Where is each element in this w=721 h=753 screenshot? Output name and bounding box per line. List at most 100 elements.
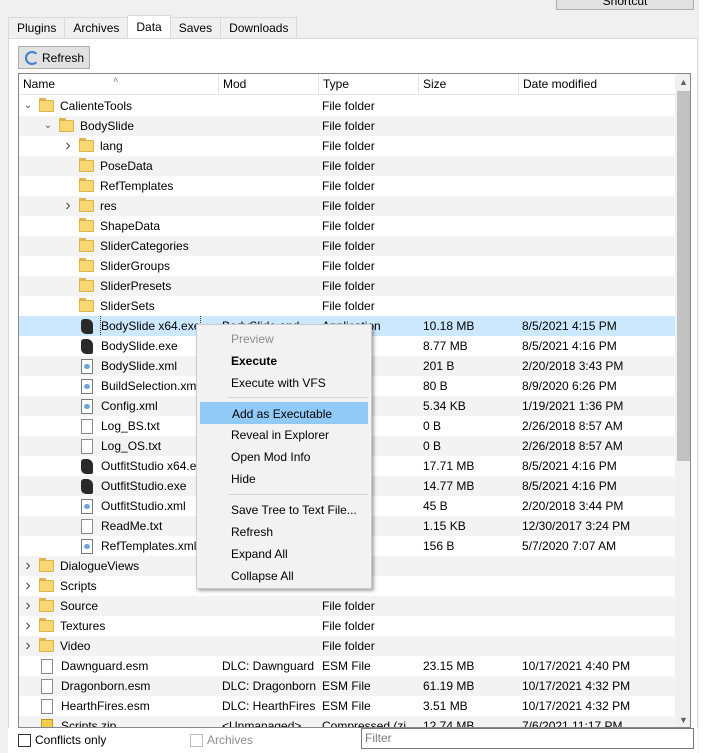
folder-icon [79, 278, 94, 292]
row-date: 2/20/2018 3:44 PM [522, 499, 624, 513]
tab-archives[interactable]: Archives [64, 17, 129, 38]
tree-row[interactable]: SliderPresets File folder [19, 276, 675, 296]
row-size: 14.77 MB [423, 479, 475, 493]
menu-item-execute[interactable]: Execute [200, 350, 368, 372]
column-size[interactable]: Size [419, 74, 519, 95]
window: Shortcut Plugins Archives Data Saves Dow… [0, 0, 721, 753]
tree-row[interactable]: Scripts.zip <Unmanaged> Compressed (zi 12.7… [19, 716, 675, 728]
tree-row[interactable]: SliderCategories File folder [19, 236, 675, 256]
row-size: 17.71 MB [423, 459, 475, 473]
row-mod: DLC: Dawnguard [222, 659, 315, 673]
row-type: File folder [322, 179, 375, 193]
scroll-up-icon[interactable]: ▲ [675, 74, 690, 91]
row-date: 8/5/2021 4:15 PM [522, 319, 617, 333]
archives-box[interactable] [190, 733, 203, 747]
row-name: Textures [60, 619, 106, 633]
filter-input[interactable]: Filter [361, 728, 694, 749]
row-name: Dawnguard.esm [61, 659, 149, 673]
row-date: 8/5/2021 4:16 PM [522, 479, 617, 493]
expand-chevron-icon[interactable]: › [63, 196, 73, 216]
tree-row[interactable]: › lang File folder [19, 136, 675, 156]
row-name: Config.xml [101, 399, 158, 413]
menu-item-expand-all[interactable]: Expand All [200, 543, 368, 565]
expand-chevron-icon[interactable]: › [23, 596, 33, 616]
conflicts-only-checkbox[interactable]: Conflicts only [18, 733, 106, 747]
file-icon [81, 438, 93, 454]
refresh-button[interactable]: Refresh [18, 46, 90, 69]
tree-row[interactable]: › Textures File folder [19, 616, 675, 636]
collapse-chevron-icon[interactable]: ⌄ [23, 96, 33, 116]
vertical-scrollbar[interactable]: ▲ ▼ [675, 74, 690, 727]
row-name: SliderCategories [100, 239, 189, 253]
row-name: OutfitStudio.xml [101, 499, 186, 513]
expand-chevron-icon[interactable]: › [23, 636, 33, 656]
menu-item-open-mod-info[interactable]: Open Mod Info [200, 446, 368, 468]
tree-row[interactable]: Dawnguard.esm DLC: Dawnguard ESM File 23.15… [19, 656, 675, 676]
tree-row[interactable]: ⌄ CalienteTools File folder [19, 96, 675, 116]
collapse-chevron-icon[interactable]: ⌄ [43, 116, 53, 136]
row-date: 5/7/2020 7:07 AM [522, 539, 617, 553]
row-date: 2/20/2018 3:43 PM [522, 359, 624, 373]
row-type: ESM File [322, 679, 371, 693]
menu-item-preview[interactable]: Preview [200, 328, 368, 350]
tree-row[interactable]: RefTemplates File folder [19, 176, 675, 196]
scroll-thumb[interactable] [677, 91, 690, 461]
scroll-down-icon[interactable]: ▼ [675, 712, 690, 727]
menu-item-refresh[interactable]: Refresh [200, 521, 368, 543]
tree-row[interactable]: › Video File folder [19, 636, 675, 656]
menu-item-collapse-all[interactable]: Collapse All [200, 565, 368, 587]
conflicts-only-label: Conflicts only [35, 733, 107, 747]
tab-saves[interactable]: Saves [169, 17, 222, 38]
menu-item-add-executable[interactable]: Add as Executable [200, 402, 368, 424]
column-mod[interactable]: Mod [219, 74, 319, 95]
exe-icon [81, 338, 93, 354]
archives-checkbox[interactable]: Archives [190, 733, 253, 747]
expand-chevron-icon[interactable]: › [63, 136, 73, 156]
tab-data[interactable]: Data [127, 15, 171, 38]
folder-icon [39, 598, 54, 612]
tree-row[interactable]: › Source File folder [19, 596, 675, 616]
column-type-label: Type [323, 77, 350, 91]
expand-chevron-icon[interactable]: › [23, 616, 33, 636]
row-type: Compressed (zi [322, 719, 407, 728]
tree-row[interactable]: PoseData File folder [19, 156, 675, 176]
folder-icon [79, 238, 94, 252]
row-type: File folder [322, 599, 375, 613]
tree-row[interactable]: › res File folder [19, 196, 675, 216]
conflicts-only-box[interactable] [18, 733, 31, 747]
column-date[interactable]: Date modified [519, 74, 675, 95]
column-date-label: Date modified [523, 77, 598, 91]
tree-row[interactable]: ⌄ BodySlide File folder [19, 116, 675, 136]
menu-item-execute-vfs[interactable]: Execute with VFS [200, 372, 368, 394]
shortcut-button[interactable]: Shortcut [556, 0, 694, 10]
column-name[interactable]: Name ˄ [19, 74, 219, 95]
folder-icon [79, 298, 94, 312]
row-name: CalienteTools [60, 99, 133, 113]
tree-row[interactable]: HearthFires.esm DLC: HearthFires ESM File 3… [19, 696, 675, 716]
tree-row[interactable]: SliderSets File folder [19, 296, 675, 316]
tree-row[interactable]: SliderGroups File folder [19, 256, 675, 276]
tab-downloads[interactable]: Downloads [220, 17, 298, 38]
tree-row[interactable]: Dragonborn.esm DLC: Dragonborn ESM File 61.… [19, 676, 675, 696]
menu-item-save-tree[interactable]: Save Tree to Text File... [200, 499, 368, 521]
menu-item-reveal-explorer[interactable]: Reveal in Explorer [200, 424, 368, 446]
row-type: File folder [322, 219, 375, 233]
row-name: BodySlide [80, 119, 135, 133]
expand-chevron-icon[interactable]: › [23, 576, 33, 596]
menu-item-hide[interactable]: Hide [200, 468, 368, 490]
tree-row[interactable]: ShapeData File folder [19, 216, 675, 236]
menu-separator [228, 397, 368, 398]
folder-icon [39, 558, 54, 572]
row-date: 10/17/2021 4:40 PM [522, 659, 631, 673]
row-type: File folder [322, 279, 375, 293]
expand-chevron-icon[interactable]: › [23, 556, 33, 576]
column-type[interactable]: Type [319, 74, 419, 95]
tab-plugins[interactable]: Plugins [8, 17, 66, 38]
